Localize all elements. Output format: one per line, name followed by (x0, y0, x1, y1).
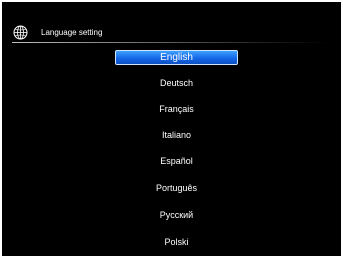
language-option-deutsch[interactable]: Deutsch (115, 76, 238, 91)
language-option-portugues[interactable]: Português (115, 181, 238, 196)
language-option-italiano[interactable]: Italiano (115, 128, 238, 143)
language-option-francais[interactable]: Français (115, 102, 238, 117)
language-option-polski[interactable]: Polski (115, 235, 238, 250)
language-list: English Deutsch Français Italiano Españo… (2, 2, 341, 256)
language-option-russian[interactable]: Русский (115, 208, 238, 223)
language-option-espanol[interactable]: Español (115, 154, 238, 169)
language-setting-screen: Language setting English Deutsch Françai… (2, 2, 341, 256)
language-option-english[interactable]: English (115, 50, 238, 65)
